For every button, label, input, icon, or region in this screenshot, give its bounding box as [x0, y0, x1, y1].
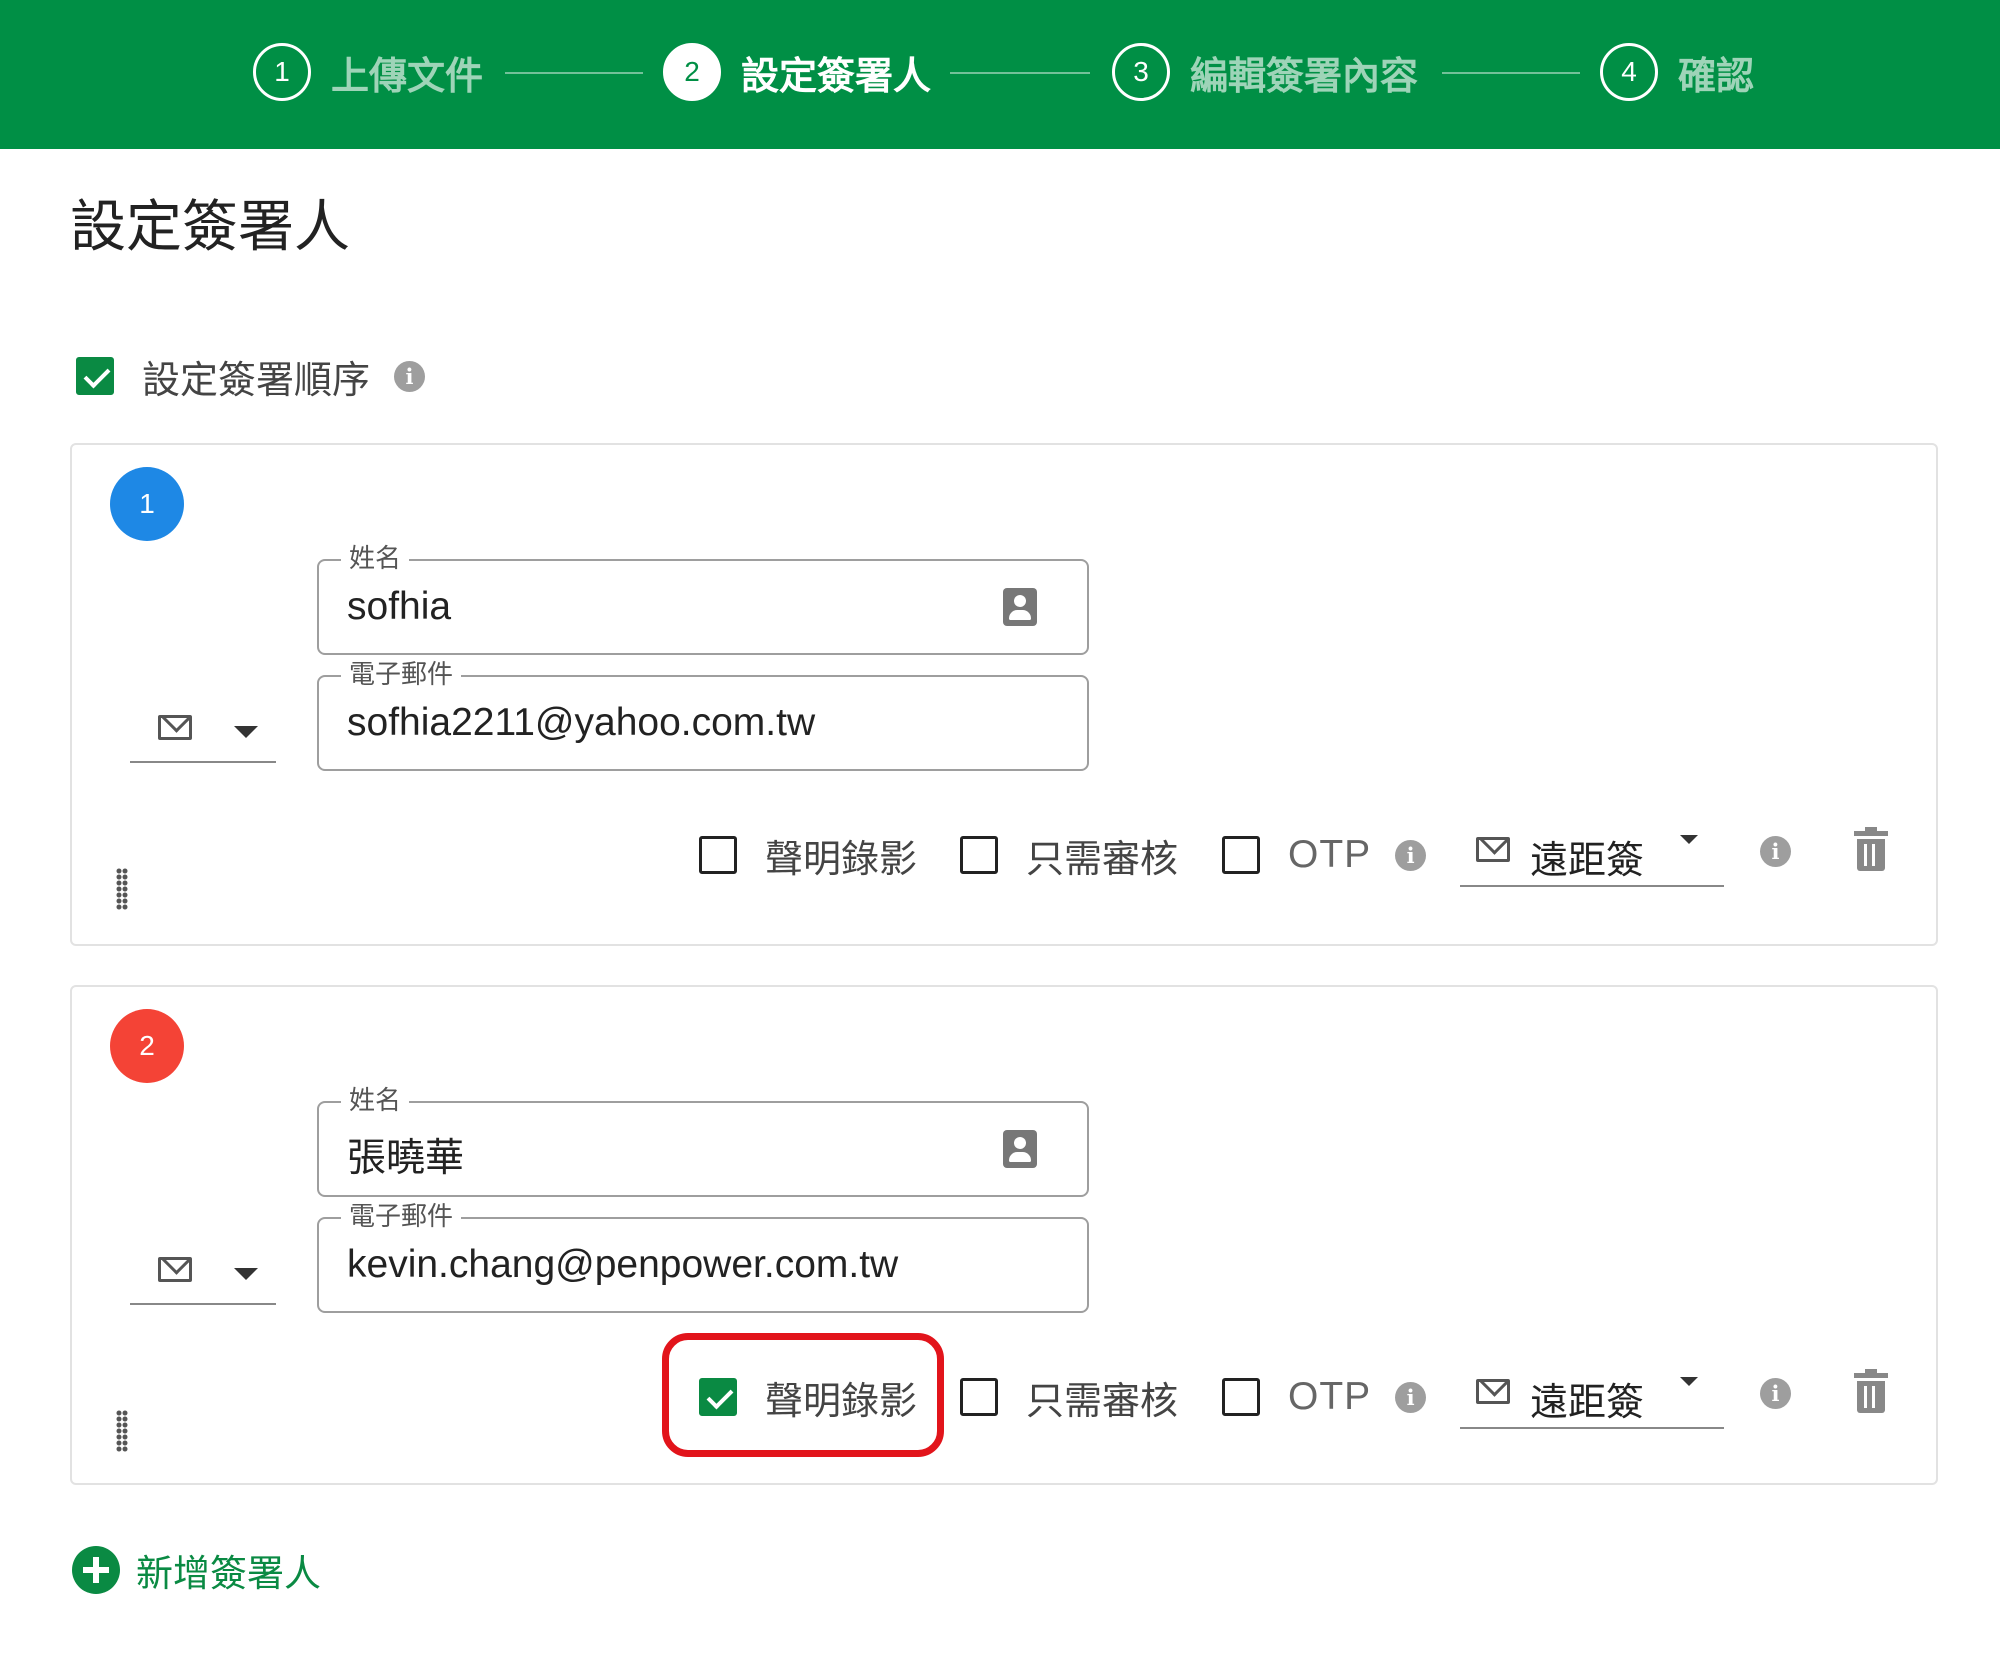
name-field-value[interactable]: 張曉華: [347, 1127, 464, 1183]
mail-icon: [158, 1257, 192, 1282]
step-upload[interactable]: 1 上傳文件: [253, 43, 483, 101]
sign-method-select[interactable]: 遠距簽: [1460, 1361, 1724, 1429]
add-signer-label: 新增簽署人: [136, 1552, 321, 1595]
otp-label: OTP: [1288, 1375, 1372, 1418]
email-field-value[interactable]: kevin.chang@penpower.com.tw: [347, 1243, 898, 1287]
step-number: 3: [1112, 43, 1170, 101]
info-icon[interactable]: i: [1395, 1381, 1427, 1413]
signer-card-2: 2 姓名 張曉華 電子郵件 kevin.chang@penpower.com.t…: [70, 985, 1938, 1485]
notify-method-select[interactable]: [130, 701, 276, 763]
signer-card-1: 1 姓名 sofhia 電子郵件 sofhia2211@yahoo.com.tw…: [70, 443, 1938, 946]
step-number: 1: [253, 43, 311, 101]
step-label: 上傳文件: [331, 53, 484, 98]
email-field[interactable]: 電子郵件 sofhia2211@yahoo.com.tw: [317, 659, 1089, 771]
video-declaration-option[interactable]: 聲明錄影: [699, 833, 917, 881]
chevron-down-icon: [234, 1268, 258, 1280]
name-field-label: 姓名: [341, 543, 410, 575]
otp-checkbox[interactable]: [1222, 836, 1260, 874]
name-field[interactable]: 姓名 張曉華: [317, 1085, 1089, 1197]
otp-option[interactable]: OTP i: [1222, 833, 1427, 877]
info-icon[interactable]: i: [1395, 839, 1427, 871]
chevron-down-icon: [1680, 835, 1698, 844]
name-field[interactable]: 姓名 sofhia: [317, 543, 1089, 655]
sign-method-select[interactable]: 遠距簽: [1460, 819, 1724, 887]
otp-label: OTP: [1288, 833, 1372, 876]
step-label: 確認: [1678, 53, 1755, 98]
otp-checkbox[interactable]: [1222, 1378, 1260, 1416]
email-field-label: 電子郵件: [341, 659, 462, 691]
notify-method-select[interactable]: [130, 1243, 276, 1305]
step-edit-content[interactable]: 3 編輯簽署內容: [1112, 43, 1418, 101]
highlight-annotation: [662, 1333, 944, 1457]
signer-number-badge: 2: [110, 1009, 184, 1083]
info-icon[interactable]: i: [1760, 836, 1791, 867]
signing-order-row: 設定簽署順序 i: [76, 353, 426, 402]
step-label: 設定簽署人: [741, 53, 932, 98]
mail-icon: [1476, 837, 1510, 862]
review-only-option[interactable]: 只需審核: [960, 833, 1178, 881]
contact-book-icon[interactable]: [1003, 588, 1037, 626]
review-only-label: 只需審核: [1026, 1378, 1179, 1423]
sign-method-label: 遠距簽: [1530, 1380, 1645, 1424]
step-number: 4: [1600, 43, 1658, 101]
review-only-option[interactable]: 只需審核: [960, 1375, 1178, 1423]
chevron-down-icon: [1680, 1377, 1698, 1386]
mail-icon: [158, 715, 192, 740]
drag-handle-icon[interactable]: [116, 1410, 128, 1452]
delete-signer-icon[interactable]: [1854, 1369, 1888, 1413]
review-only-checkbox[interactable]: [960, 1378, 998, 1416]
page-title: 設定簽署人: [70, 195, 350, 260]
stepper-header: 1 上傳文件 2 設定簽署人 3 編輯簽署內容 4 確認: [0, 0, 2000, 149]
email-field[interactable]: 電子郵件 kevin.chang@penpower.com.tw: [317, 1201, 1089, 1313]
info-icon[interactable]: i: [1760, 1378, 1791, 1409]
otp-option[interactable]: OTP i: [1222, 1375, 1427, 1419]
info-icon[interactable]: i: [394, 360, 426, 392]
step-set-signers[interactable]: 2 設定簽署人: [663, 43, 931, 101]
name-field-value[interactable]: sofhia: [347, 585, 451, 629]
name-field-label: 姓名: [341, 1085, 410, 1117]
email-field-value[interactable]: sofhia2211@yahoo.com.tw: [347, 701, 815, 745]
step-number: 2: [663, 43, 721, 101]
step-connector: [1442, 72, 1580, 74]
contact-book-icon[interactable]: [1003, 1130, 1037, 1168]
step-label: 編輯簽署內容: [1190, 53, 1419, 98]
add-signer-button[interactable]: 新增簽署人: [72, 1545, 321, 1595]
video-declaration-checkbox[interactable]: [699, 836, 737, 874]
delete-signer-icon[interactable]: [1854, 827, 1888, 871]
video-declaration-label: 聲明錄影: [765, 836, 918, 881]
sign-method-label: 遠距簽: [1530, 838, 1645, 882]
step-connector: [950, 72, 1090, 74]
chevron-down-icon: [234, 726, 258, 738]
signing-order-label: 設定簽署順序: [142, 357, 371, 402]
mail-icon: [1476, 1379, 1510, 1404]
drag-handle-icon[interactable]: [116, 868, 128, 910]
step-confirm[interactable]: 4 確認: [1600, 43, 1754, 101]
email-field-label: 電子郵件: [341, 1201, 462, 1233]
step-connector: [505, 72, 643, 74]
signer-number-badge: 1: [110, 467, 184, 541]
signing-order-checkbox[interactable]: [76, 357, 114, 395]
review-only-checkbox[interactable]: [960, 836, 998, 874]
add-circle-icon: [72, 1546, 120, 1594]
review-only-label: 只需審核: [1026, 836, 1179, 881]
